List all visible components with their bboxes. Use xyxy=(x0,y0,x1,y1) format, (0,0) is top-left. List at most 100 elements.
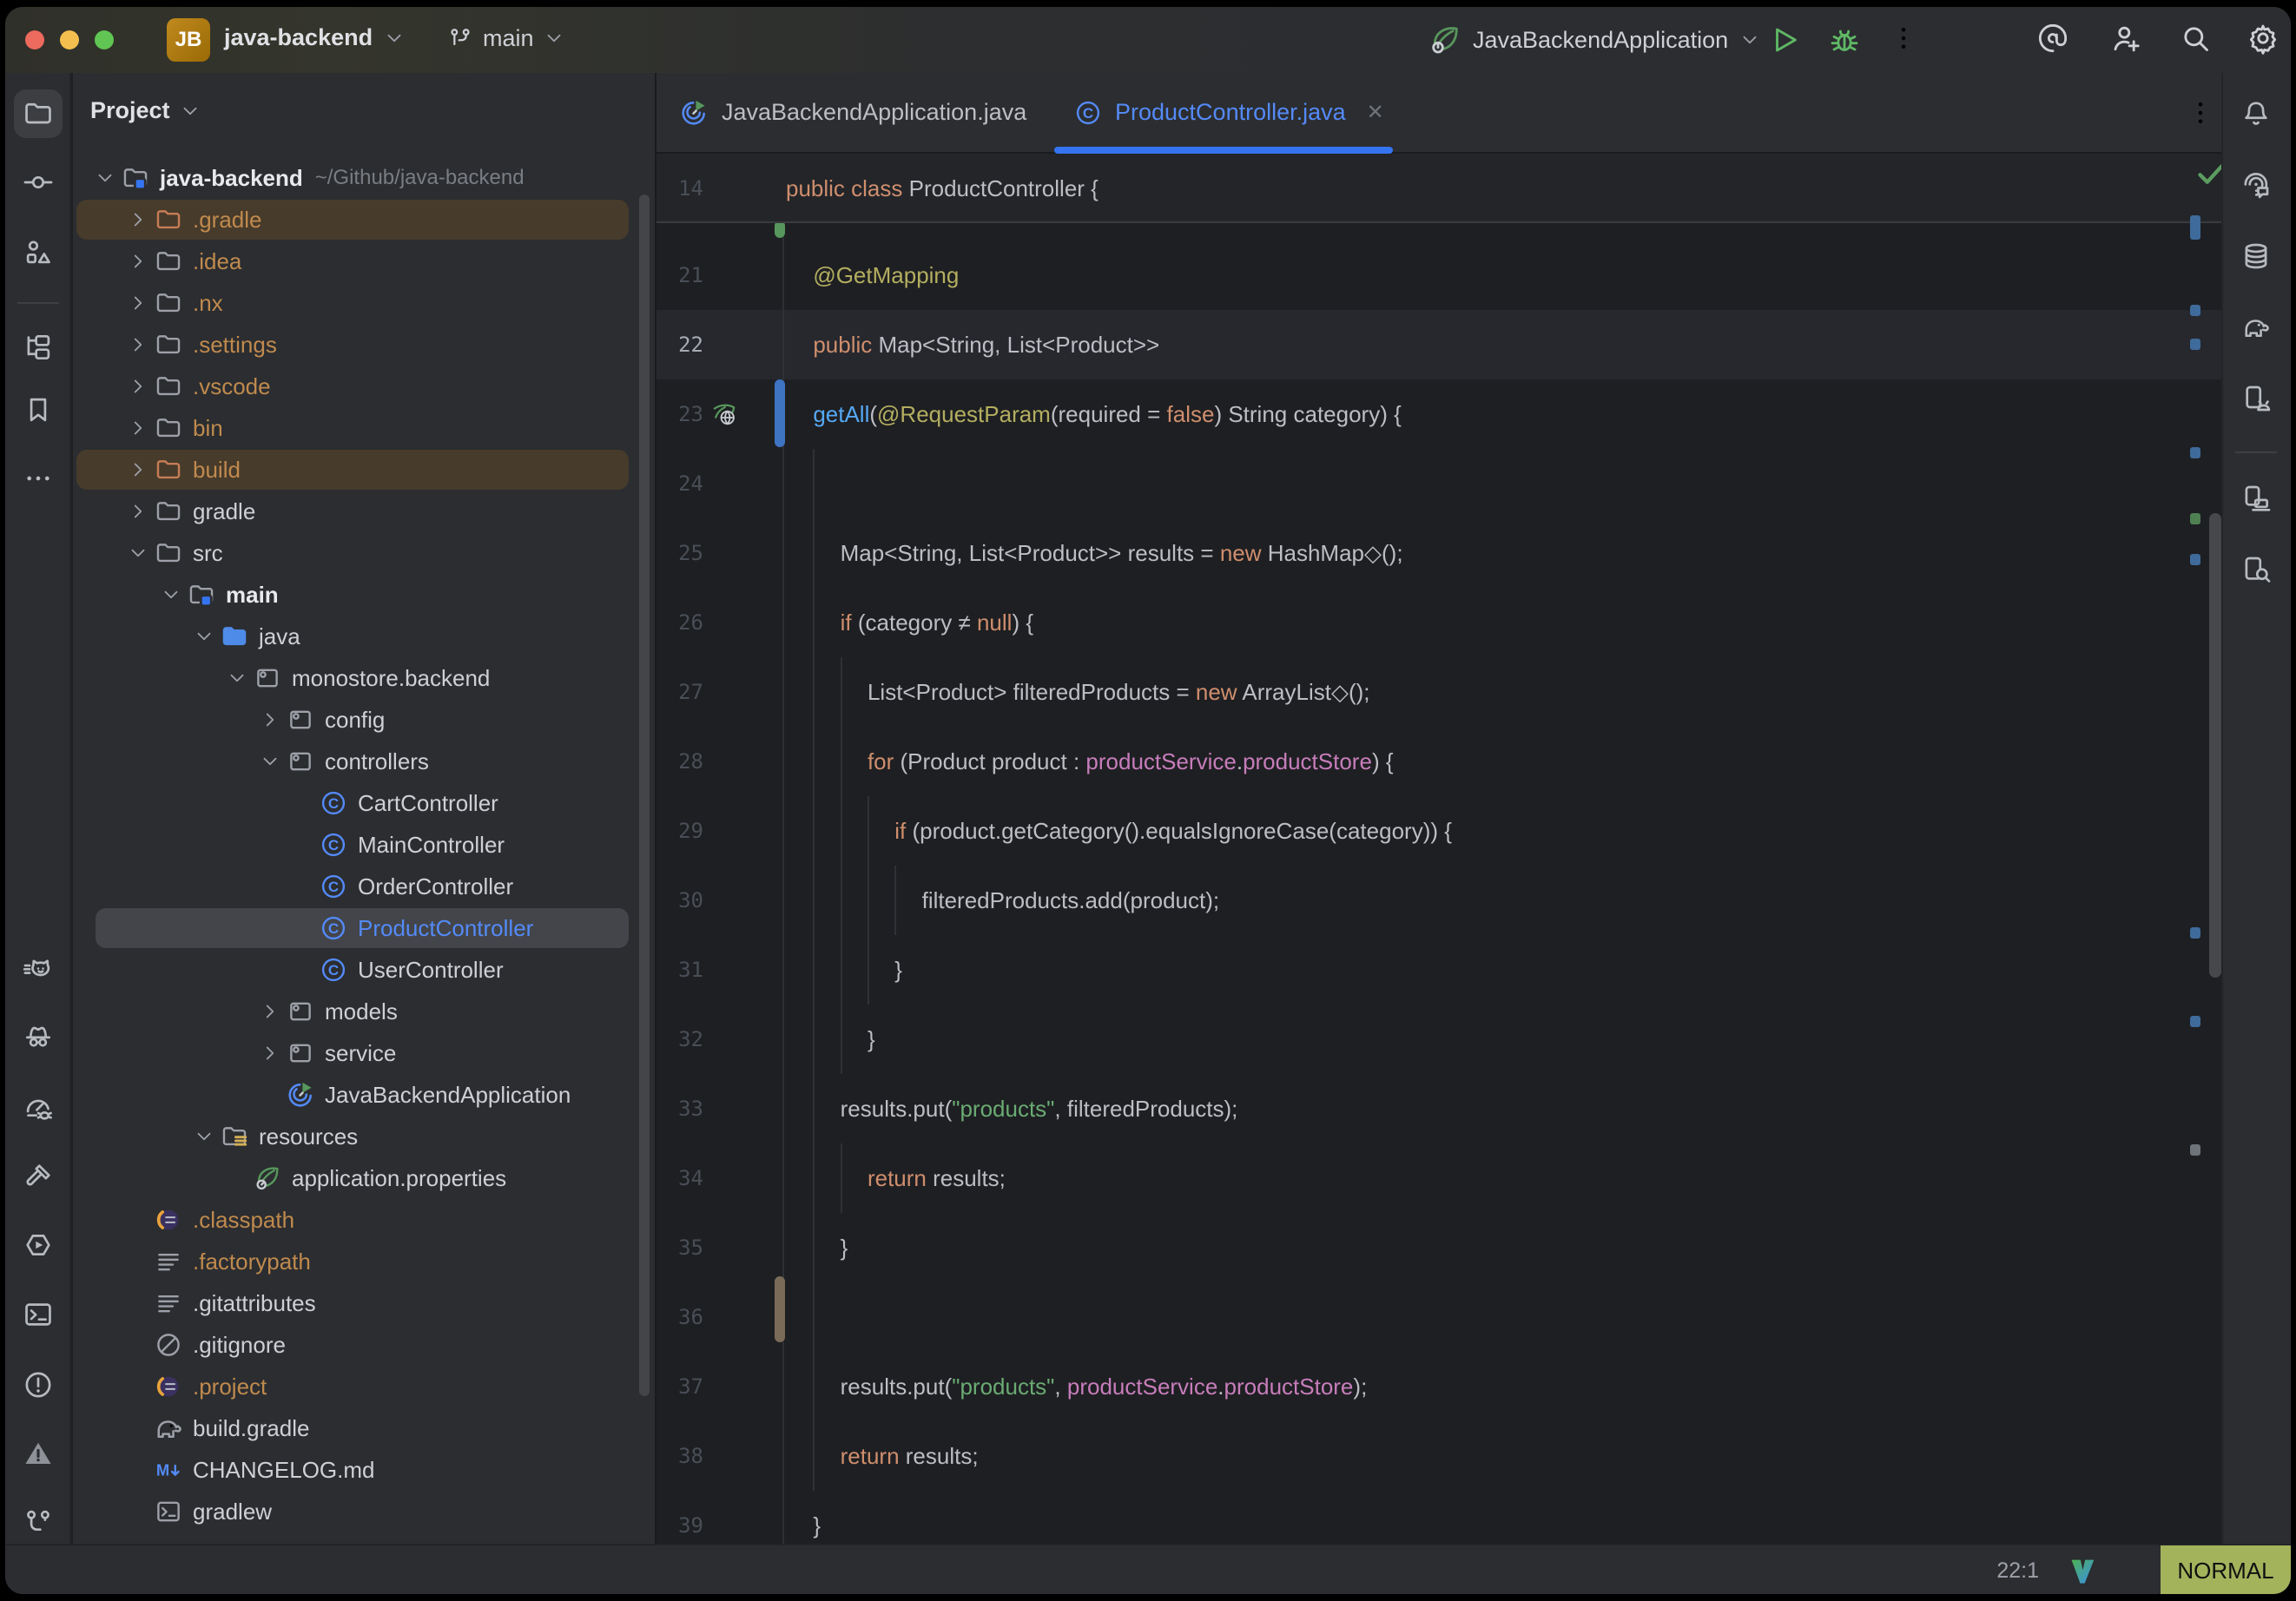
error-stripe-mark[interactable] xyxy=(2190,305,2200,316)
tree-item-java[interactable]: java xyxy=(73,616,656,657)
vim-mode-label: NORMAL xyxy=(2177,1558,2273,1585)
error-stripe-mark[interactable] xyxy=(2190,215,2200,240)
close-tab-icon[interactable]: ✕ xyxy=(1367,100,1384,125)
tree-item--project[interactable]: .project xyxy=(73,1366,656,1407)
run-button[interactable] xyxy=(1766,23,1801,57)
error-stripe-mark[interactable] xyxy=(2190,1144,2200,1156)
tool-stripe-button-flow[interactable] xyxy=(14,323,63,372)
error-stripe-mark[interactable] xyxy=(2190,447,2200,458)
editor-scrollbar[interactable] xyxy=(2209,513,2221,978)
tool-stripe-button-database[interactable] xyxy=(2232,232,2280,280)
vcs-change-marker[interactable] xyxy=(775,379,785,447)
kebab-menu-icon xyxy=(2185,97,2216,128)
run-config-name[interactable]: JavaBackendApplication xyxy=(1473,27,1728,54)
gear-icon[interactable] xyxy=(2246,21,2280,56)
error-stripe-mark[interactable] xyxy=(2190,513,2200,524)
tree-item-controllers[interactable]: controllers xyxy=(73,741,656,782)
vim-mode-badge[interactable]: NORMAL xyxy=(2161,1545,2291,1594)
tree-item-gradlew[interactable]: gradlew xyxy=(73,1491,656,1532)
tool-stripe-button-problems[interactable] xyxy=(14,1361,63,1409)
tool-stripe-button-git-branch[interactable] xyxy=(14,1498,63,1546)
tree-item-maincontroller[interactable]: CMainController xyxy=(73,824,656,866)
tree-item-usercontroller[interactable]: CUserController xyxy=(73,949,656,991)
tree-item-config[interactable]: config xyxy=(73,699,656,741)
project-panel-header[interactable]: Project xyxy=(90,97,201,124)
tree-item-javabackendapplication[interactable]: JavaBackendApplication xyxy=(73,1074,656,1116)
minimize-window-button[interactable] xyxy=(60,30,79,49)
spring-boot-icon xyxy=(1428,23,1462,57)
code-editor[interactable]: 21@GetMapping22public Map<String, List<P… xyxy=(656,154,2291,1558)
tool-stripe-button-device-laptop[interactable] xyxy=(2232,474,2280,523)
search-icon[interactable] xyxy=(2178,21,2213,56)
tool-stripe-button-dash-cat[interactable] xyxy=(14,945,63,993)
tree-item--nx[interactable]: .nx xyxy=(73,282,656,324)
tool-stripe-button-ai-chat[interactable] xyxy=(2232,161,2280,209)
tool-stripe-button-hex-play[interactable] xyxy=(14,1221,63,1269)
rest-endpoint-icon[interactable] xyxy=(710,400,738,428)
tree-scrollbar[interactable] xyxy=(639,194,650,1396)
tree-item-productcontroller[interactable]: CProductController xyxy=(73,907,656,949)
branch-widget[interactable]: main xyxy=(446,24,565,52)
tree-item-monostore-backend[interactable]: monostore.backend xyxy=(73,657,656,699)
chevron-down-icon[interactable] xyxy=(1738,29,1761,51)
indent-guide xyxy=(813,1282,815,1352)
tool-stripe-button-device-search[interactable] xyxy=(2232,545,2280,594)
tree-item-changelog-md[interactable]: MCHANGELOG.md xyxy=(73,1449,656,1491)
tool-stripe-button-build-hammer[interactable] xyxy=(14,1152,63,1201)
error-stripe-mark[interactable] xyxy=(2190,339,2200,350)
tree-item--gitattributes[interactable]: .gitattributes xyxy=(73,1282,656,1324)
chevron-expanded-icon xyxy=(226,667,248,689)
tool-stripe-button-project-folder[interactable] xyxy=(14,89,63,138)
tool-stripe-button-commit[interactable] xyxy=(14,158,63,207)
tree-item--settings[interactable]: .settings xyxy=(73,324,656,366)
tree-item-service[interactable]: service xyxy=(73,1032,656,1074)
kebab-menu-icon[interactable] xyxy=(1888,23,1919,54)
tool-stripe-button-bell[interactable] xyxy=(2232,89,2280,138)
kebab-menu-icon[interactable] xyxy=(2185,97,2216,128)
tree-item-gradle[interactable]: gradle xyxy=(73,491,656,532)
error-stripe-mark[interactable] xyxy=(2190,554,2200,565)
tree-item--gitignore[interactable]: .gitignore xyxy=(73,1324,656,1366)
vcs-change-marker[interactable] xyxy=(775,221,785,238)
tree-item--idea[interactable]: .idea xyxy=(73,240,656,282)
tool-stripe-button-incognito[interactable] xyxy=(14,1011,63,1060)
vcs-change-marker[interactable] xyxy=(775,1276,785,1342)
tree-item--classpath[interactable]: .classpath xyxy=(73,1199,656,1241)
project-widget[interactable]: java-backend xyxy=(224,24,406,51)
tree-item-models[interactable]: models xyxy=(73,991,656,1032)
caret-position[interactable]: 22:1 xyxy=(1996,1545,2039,1594)
tree-item-application-properties[interactable]: application.properties xyxy=(73,1157,656,1199)
editor-tab-productcontroller-java[interactable]: CProductController.java✕ xyxy=(1073,73,1384,152)
tool-stripe-button-structure[interactable] xyxy=(14,228,63,277)
tool-stripe-button-profiler[interactable] xyxy=(14,1084,63,1132)
close-window-button[interactable] xyxy=(25,30,44,49)
error-stripe-mark[interactable] xyxy=(2190,927,2200,939)
tool-stripe-button-warning[interactable] xyxy=(14,1429,63,1478)
tool-stripe-button-more[interactable] xyxy=(14,454,63,503)
tree-item-build-gradle[interactable]: build.gradle xyxy=(73,1407,656,1449)
tree-item--gradle[interactable]: .gradle xyxy=(73,199,656,240)
tree-item-java-backend[interactable]: java-backend~/Github/java-backend xyxy=(73,157,656,199)
tree-item--vscode[interactable]: .vscode xyxy=(73,366,656,407)
line-number: 23 xyxy=(656,379,703,449)
tool-stripe-button-bookmarks[interactable] xyxy=(14,385,63,434)
tree-item-cartcontroller[interactable]: CCartController xyxy=(73,782,656,824)
tree-item-build[interactable]: build xyxy=(73,449,656,491)
tree-item-main[interactable]: main xyxy=(73,574,656,616)
add-user-icon[interactable] xyxy=(2108,21,2143,56)
error-stripe-mark[interactable] xyxy=(2190,1016,2200,1027)
tool-stripe-button-device-android[interactable] xyxy=(2232,374,2280,423)
debug-button[interactable] xyxy=(1827,23,1862,57)
tree-item-src[interactable]: src xyxy=(73,532,656,574)
ideavim-icon[interactable] xyxy=(2065,1554,2100,1589)
tree-item-bin[interactable]: bin xyxy=(73,407,656,449)
ai-assistant-icon[interactable] xyxy=(2035,21,2070,56)
tree-item-resources[interactable]: resources xyxy=(73,1116,656,1157)
maximize-window-button[interactable] xyxy=(95,30,114,49)
tree-item-ordercontroller[interactable]: COrderController xyxy=(73,866,656,907)
editor-tab-javabackendapplication-java[interactable]: JavaBackendApplication.java xyxy=(678,73,1026,152)
tree-item--factorypath[interactable]: .factorypath xyxy=(73,1241,656,1282)
tool-stripe-button-gradle-elephant[interactable] xyxy=(2232,303,2280,352)
tool-stripe-button-terminal[interactable] xyxy=(14,1290,63,1339)
folder-icon xyxy=(154,538,183,568)
